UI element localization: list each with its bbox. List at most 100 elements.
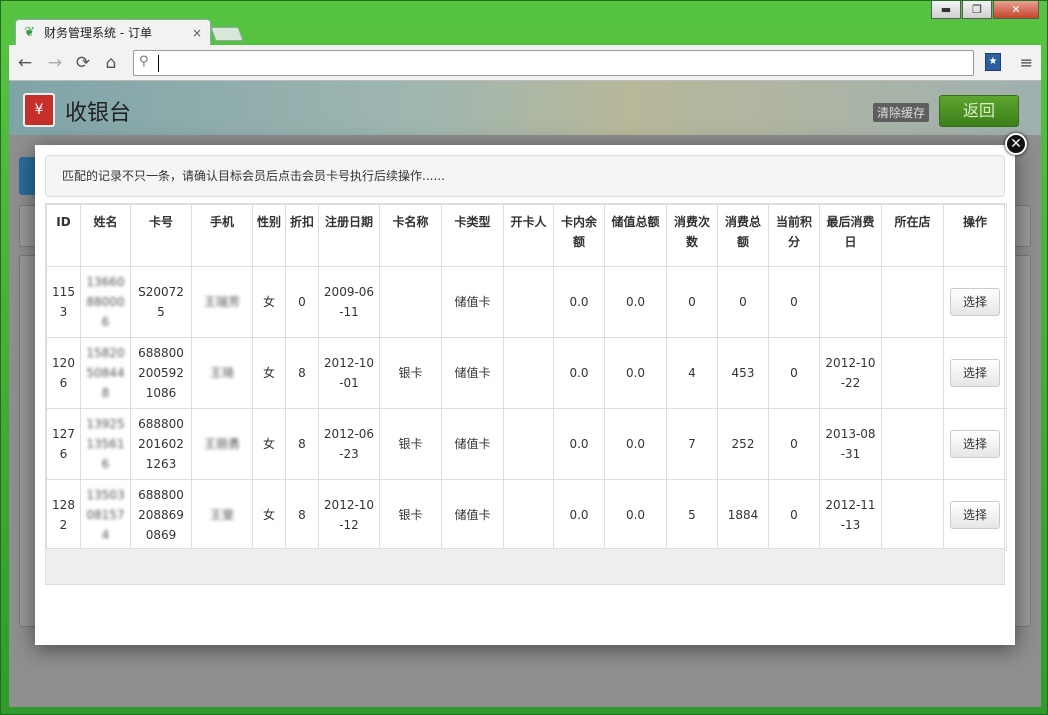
new-tab-button[interactable] bbox=[210, 27, 244, 41]
reload-icon[interactable]: ⟳ bbox=[73, 53, 93, 73]
cell-discount: 8 bbox=[285, 479, 319, 551]
cell-balance: 0.0 bbox=[553, 337, 605, 409]
page-title: 收银台 bbox=[65, 101, 132, 126]
cell-action: 选择 bbox=[943, 479, 1007, 551]
menu-icon[interactable]: ≡ bbox=[1020, 53, 1033, 72]
table-row: 1276 13925135616 6888002016021263 王丽勇 女 … bbox=[46, 408, 1007, 480]
cell-consume-count: 7 bbox=[666, 408, 718, 480]
column-header: 卡内余额 bbox=[553, 204, 605, 267]
cell-discount: 0 bbox=[285, 266, 319, 338]
cell-card-name bbox=[379, 266, 442, 338]
column-header: 手机 bbox=[191, 204, 253, 267]
minimize-button[interactable]: ▬ bbox=[931, 1, 961, 19]
cell-consume-total: 453 bbox=[717, 337, 769, 409]
text-caret bbox=[158, 55, 159, 72]
cell-reg-date: 2012-06-23 bbox=[318, 408, 380, 480]
cell-consume-total: 0 bbox=[717, 266, 769, 338]
search-icon: ⚲ bbox=[139, 54, 149, 69]
column-header: 卡号 bbox=[130, 204, 192, 267]
cell-phone: 王丽勇 bbox=[191, 408, 253, 480]
modal-close-icon[interactable]: ✕ bbox=[1005, 133, 1027, 155]
cell-opener bbox=[503, 266, 554, 338]
column-header: 消费总额 bbox=[717, 204, 769, 267]
column-header: 开卡人 bbox=[503, 204, 554, 267]
cell-last-date bbox=[819, 266, 882, 338]
column-header: 卡名称 bbox=[379, 204, 442, 267]
cell-reg-date: 2012-10-01 bbox=[318, 337, 380, 409]
cell-stored-total: 0.0 bbox=[604, 408, 667, 480]
cell-name: 13503081574 bbox=[80, 479, 131, 551]
cell-store bbox=[881, 408, 944, 480]
home-icon[interactable]: ⌂ bbox=[101, 53, 121, 73]
address-bar[interactable]: ⚲ bbox=[133, 50, 974, 76]
member-table-wrapper: ID 姓名 卡号 手机 性别 折扣 注册日期 卡名称 卡类型 开卡人 卡内余额 … bbox=[45, 203, 1007, 585]
cell-balance: 0.0 bbox=[553, 408, 605, 480]
column-header: 当前积分 bbox=[768, 204, 820, 267]
cell-discount: 8 bbox=[285, 408, 319, 480]
cell-name: 13660880006 bbox=[80, 266, 131, 338]
cell-id: 1282 bbox=[46, 479, 81, 551]
select-button[interactable]: 选择 bbox=[950, 430, 1000, 458]
cell-card-name: 银卡 bbox=[379, 479, 442, 551]
cell-discount: 8 bbox=[285, 337, 319, 409]
close-window-button[interactable]: ✕ bbox=[993, 1, 1039, 19]
select-button[interactable]: 选择 bbox=[950, 288, 1000, 316]
bookmark-extension-icon[interactable]: ★ bbox=[985, 53, 1001, 71]
select-button[interactable]: 选择 bbox=[950, 359, 1000, 387]
column-header: 操作 bbox=[943, 204, 1007, 267]
column-header: 所在店 bbox=[881, 204, 944, 267]
browser-window: ▬ ❐ ✕ ❦ 财务管理系统 - 订单 × ← → ⟳ ⌂ ⚲ ★ ≡ ¥ 收银… bbox=[0, 0, 1048, 715]
cell-points: 0 bbox=[768, 479, 820, 551]
cell-card-number[interactable]: S200725 bbox=[130, 266, 192, 338]
cell-action: 选择 bbox=[943, 337, 1007, 409]
cell-last-date: 2012-11-13 bbox=[819, 479, 882, 551]
cell-card-number[interactable]: 6888002088690869 bbox=[130, 479, 192, 551]
cell-card-name: 银卡 bbox=[379, 408, 442, 480]
cell-card-type: 储值卡 bbox=[441, 266, 504, 338]
cell-balance: 0.0 bbox=[553, 479, 605, 551]
select-button[interactable]: 选择 bbox=[950, 501, 1000, 529]
cell-phone: 王瑞芳 bbox=[191, 266, 253, 338]
forward-arrow-icon[interactable]: → bbox=[45, 53, 65, 73]
maximize-button[interactable]: ❐ bbox=[962, 1, 992, 19]
cell-action: 选择 bbox=[943, 266, 1007, 338]
back-button[interactable]: 返回 bbox=[939, 95, 1019, 127]
cell-opener bbox=[503, 337, 554, 409]
column-header: 卡类型 bbox=[441, 204, 504, 267]
cell-gender: 女 bbox=[252, 408, 286, 480]
notice-message: 匹配的记录不只一条，请确认目标会员后点击会员卡号执行后续操作...... bbox=[45, 155, 1005, 197]
column-header: 最后消费日 bbox=[819, 204, 882, 267]
cell-store bbox=[881, 479, 944, 551]
cell-card-type: 储值卡 bbox=[441, 408, 504, 480]
cell-id: 1276 bbox=[46, 408, 81, 480]
table-footer bbox=[46, 548, 1004, 584]
cell-balance: 0.0 bbox=[553, 266, 605, 338]
clear-cache-button[interactable]: 清除缓存 bbox=[873, 103, 930, 122]
back-arrow-icon[interactable]: ← bbox=[15, 53, 35, 73]
table-header-row: ID 姓名 卡号 手机 性别 折扣 注册日期 卡名称 卡类型 开卡人 卡内余额 … bbox=[46, 204, 1007, 267]
cell-points: 0 bbox=[768, 408, 820, 480]
table-row: 1282 13503081574 6888002088690869 王斐 女 8… bbox=[46, 479, 1007, 551]
column-header: 性别 bbox=[252, 204, 286, 267]
cell-name: 13925135616 bbox=[80, 408, 131, 480]
cell-phone: 王斐 bbox=[191, 479, 253, 551]
cell-consume-total: 1884 bbox=[717, 479, 769, 551]
cell-consume-count: 5 bbox=[666, 479, 718, 551]
app-header: ¥ 收银台 清除缓存 返回 bbox=[9, 81, 1041, 135]
browser-tab[interactable]: ❦ 财务管理系统 - 订单 × bbox=[15, 19, 211, 45]
cell-card-name: 银卡 bbox=[379, 337, 442, 409]
column-header: 储值总额 bbox=[604, 204, 667, 267]
cell-gender: 女 bbox=[252, 266, 286, 338]
cell-opener bbox=[503, 479, 554, 551]
cell-consume-total: 252 bbox=[717, 408, 769, 480]
member-table: ID 姓名 卡号 手机 性别 折扣 注册日期 卡名称 卡类型 开卡人 卡内余额 … bbox=[46, 204, 1007, 551]
column-header: 消费次数 bbox=[666, 204, 718, 267]
cell-card-number[interactable]: 6888002016021263 bbox=[130, 408, 192, 480]
table-row: 1206 15820508448 6888002005921086 王琦 女 8… bbox=[46, 337, 1007, 409]
cell-reg-date: 2012-10-12 bbox=[318, 479, 380, 551]
cell-opener bbox=[503, 408, 554, 480]
cell-stored-total: 0.0 bbox=[604, 266, 667, 338]
cell-card-number[interactable]: 6888002005921086 bbox=[130, 337, 192, 409]
column-header: 姓名 bbox=[80, 204, 131, 267]
tab-close-icon[interactable]: × bbox=[192, 26, 202, 40]
